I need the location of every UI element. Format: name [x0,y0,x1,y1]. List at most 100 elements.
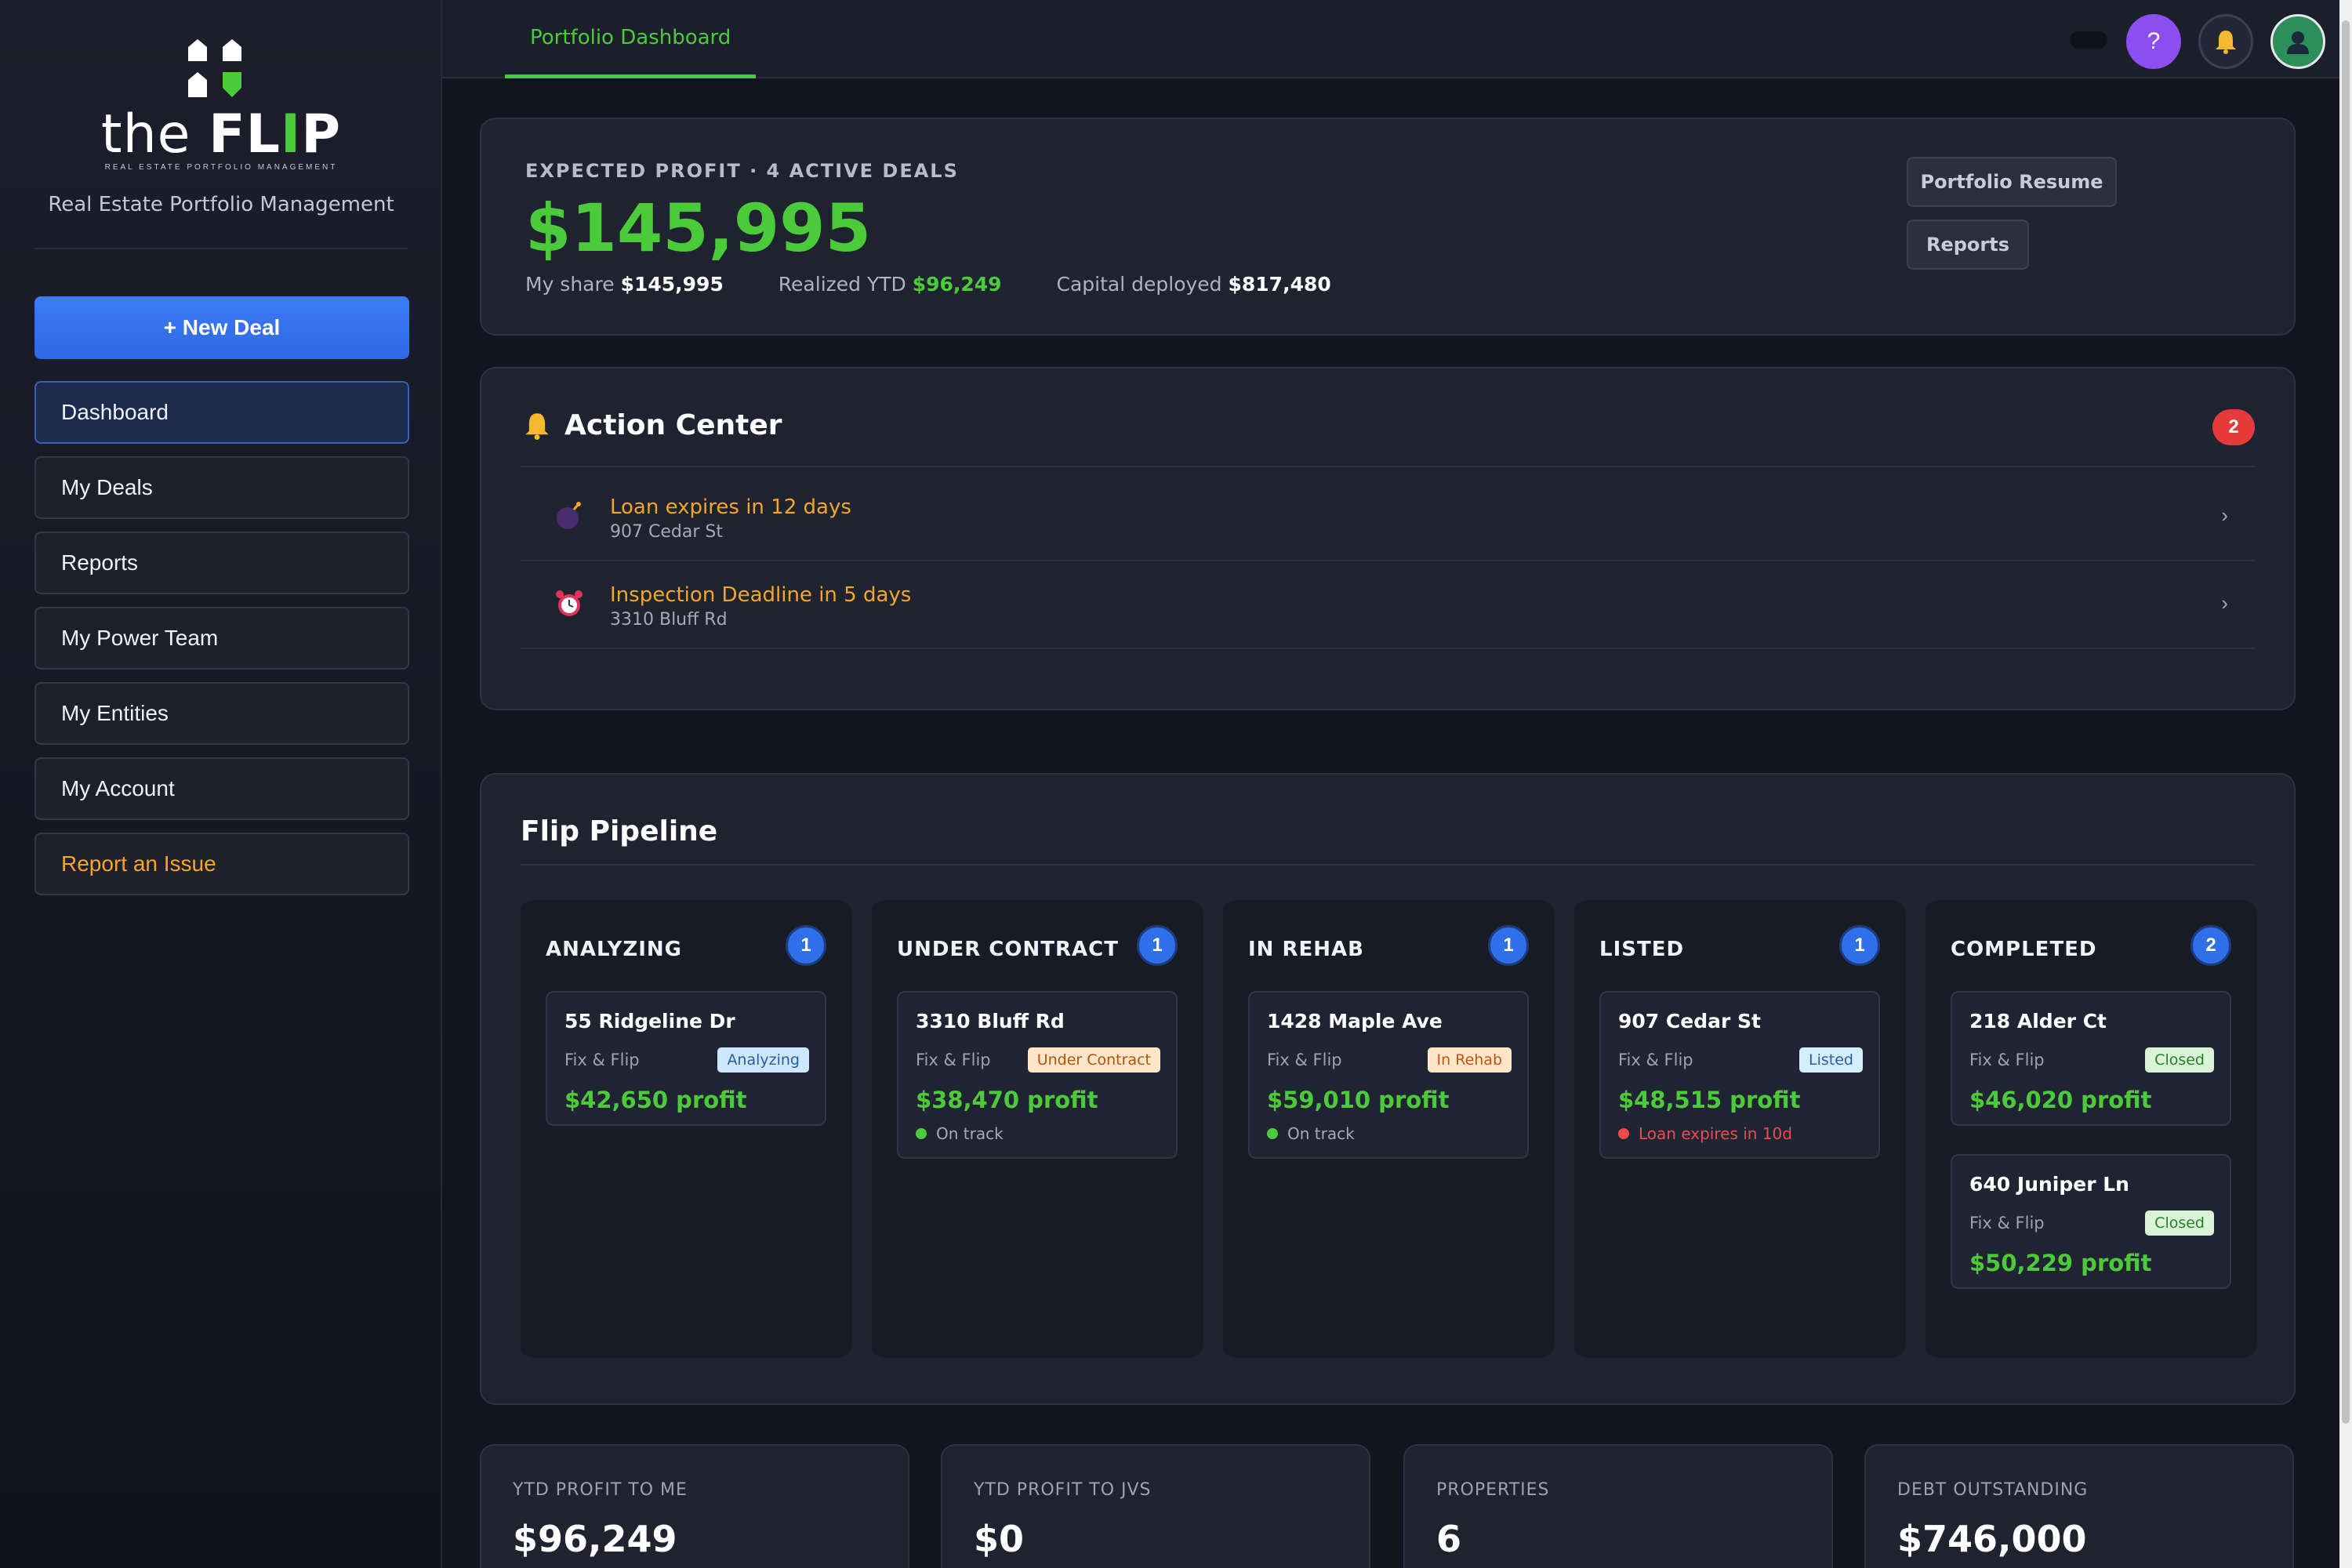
deal-card[interactable]: 3310 Bluff Rd Fix & Flip Under Contract … [897,991,1178,1159]
sidebar-item-entities[interactable]: My Entities [34,682,409,745]
scrollbar-thumb[interactable] [2342,20,2350,1424]
action-center-title-text: Action Center [564,409,782,441]
realized-ytd-stat: Realized YTD $96,249 [779,273,1002,296]
deal-card[interactable]: 640 Juniper Ln Fix & Flip Closed $50,229… [1951,1154,2231,1289]
bell-icon [2216,31,2236,54]
bomb-icon [552,499,586,533]
deal-profit: $42,650 profit [564,1087,747,1113]
theme-toggle[interactable] [2070,31,2107,49]
deal-status-tag: Closed [2145,1047,2214,1073]
column-title: UNDER CONTRACT [897,938,1119,961]
logo-the: the [100,103,191,165]
logo-wordmark: the FLIP [0,103,442,165]
deal-address: 640 Juniper Ln [1969,1173,2129,1196]
user-avatar-icon [2287,31,2309,54]
logo-flip-accent: I [280,103,302,165]
logo-subtitle: REAL ESTATE PORTFOLIO MANAGEMENT [104,163,338,172]
stat-tile-properties: PROPERTIES 6 [1403,1444,1833,1568]
deal-profit: $48,515 profit [1618,1087,1801,1113]
new-deal-button[interactable]: + New Deal [34,296,409,359]
stat-tile-debt-outstanding: DEBT OUTSTANDING $746,000 [1864,1444,2294,1568]
user-avatar-button[interactable] [2270,14,2325,69]
reports-button[interactable]: Reports [1907,220,2029,270]
capital-deployed-label: Capital deployed [1056,273,1222,296]
my-share-label: My share [525,273,615,296]
column-count-badge: 1 [1488,925,1529,966]
deal-profit: $46,020 profit [1969,1087,2152,1113]
deal-status-text: On track [1287,1124,1355,1143]
column-title: COMPLETED [1951,938,2097,961]
action-count-badge: 2 [2212,409,2255,445]
column-title: ANALYZING [546,938,682,961]
deal-card[interactable]: 55 Ridgeline Dr Fix & Flip Analyzing $42… [546,991,826,1126]
deal-type: Fix & Flip [916,1051,991,1069]
deal-card[interactable]: 907 Cedar St Fix & Flip Listed $48,515 p… [1599,991,1880,1159]
deal-health-status: Loan expires in 10d [1618,1124,1792,1143]
action-center-divider [521,466,2255,467]
capital-deployed-stat: Capital deployed $817,480 [1057,273,1331,296]
sidebar-item-my-deals[interactable]: My Deals [34,456,409,519]
stat-label: PROPERTIES [1436,1480,1550,1500]
action-item-subtitle: 3310 Bluff Rd [610,610,728,630]
deal-health-status: On track [916,1124,1004,1143]
sidebar: the FLIP REAL ESTATE PORTFOLIO MANAGEMEN… [0,0,442,1568]
top-bar: Portfolio Dashboard ? [442,0,2339,78]
stat-label: YTD PROFIT TO JVS [974,1480,1152,1500]
deal-address: 55 Ridgeline Dr [564,1010,735,1033]
pipeline-column-under-contract: UNDER CONTRACT 1 3310 Bluff Rd Fix & Fli… [872,900,1203,1358]
status-dot [1267,1128,1278,1139]
bell-icon [525,412,549,440]
deal-status-text: Loan expires in 10d [1639,1124,1792,1143]
column-title: IN REHAB [1248,938,1364,961]
stat-value: $96,249 [513,1518,677,1560]
stat-tile-ytd-profit-jvs: YTD PROFIT TO JVS $0 [941,1444,1370,1568]
deal-profit: $50,229 profit [1969,1250,2152,1276]
capital-deployed-value: $817,480 [1228,273,1331,296]
realized-ytd-value: $96,249 [912,273,1002,296]
help-icon: ? [2147,28,2161,54]
sidebar-item-account[interactable]: My Account [34,757,409,820]
pipeline-title: Flip Pipeline [521,815,718,848]
status-dot [916,1128,927,1139]
deal-type: Fix & Flip [564,1051,640,1069]
deal-status-tag: Analyzing [717,1047,809,1073]
action-item-title: Inspection Deadline in 5 days [610,583,912,607]
profit-stats: My share $145,995 Realized YTD $96,249 C… [525,273,1380,296]
deal-status-tag: Under Contract [1027,1047,1160,1073]
logo-flip-part: FL [209,103,281,165]
action-center-card: Action Center 2 Loan expires in 12 days … [480,367,2296,710]
pipeline-column-completed: COMPLETED 2 218 Alder Ct Fix & Flip Clos… [1926,900,2256,1358]
stat-value: $0 [974,1518,1025,1560]
action-item-subtitle: 907 Cedar St [610,522,723,542]
sidebar-item-report-issue[interactable]: Report an Issue [34,833,409,895]
notifications-button[interactable] [2198,14,2253,69]
sidebar-item-reports[interactable]: Reports [34,532,409,594]
deal-card[interactable]: 218 Alder Ct Fix & Flip Closed $46,020 p… [1951,991,2231,1126]
deal-profit: $38,470 profit [916,1087,1098,1113]
deal-address: 1428 Maple Ave [1267,1010,1443,1033]
status-dot [1618,1128,1629,1139]
deal-health-status: On track [1267,1124,1355,1143]
chevron-right-icon: › [2221,503,2228,527]
deal-address: 218 Alder Ct [1969,1010,2107,1033]
action-item[interactable]: Inspection Deadline in 5 days 3310 Bluff… [521,561,2255,649]
sidebar-divider [34,248,408,249]
alarm-clock-icon [552,586,586,621]
stat-label: YTD PROFIT TO ME [513,1480,688,1500]
help-button[interactable]: ? [2126,14,2181,69]
stat-value: $746,000 [1897,1518,2087,1560]
page-scrollbar[interactable] [2339,0,2352,1568]
tab-portfolio-dashboard[interactable]: Portfolio Dashboard [505,0,757,78]
action-item[interactable]: Loan expires in 12 days 907 Cedar St › [521,474,2255,561]
sidebar-item-dashboard[interactable]: Dashboard [34,381,409,444]
deal-type: Fix & Flip [1969,1214,2045,1232]
portfolio-resume-button[interactable]: Portfolio Resume [1907,157,2117,207]
deal-type: Fix & Flip [1267,1051,1342,1069]
deal-type: Fix & Flip [1618,1051,1693,1069]
stat-value: 6 [1436,1518,1462,1560]
deal-status-tag: In Rehab [1427,1047,1512,1073]
deal-card[interactable]: 1428 Maple Ave Fix & Flip In Rehab $59,0… [1248,991,1529,1159]
sidebar-item-power-team[interactable]: My Power Team [34,607,409,670]
pipeline-column-analyzing: ANALYZING 1 55 Ridgeline Dr Fix & Flip A… [521,900,851,1358]
pipeline-divider [521,864,2255,866]
